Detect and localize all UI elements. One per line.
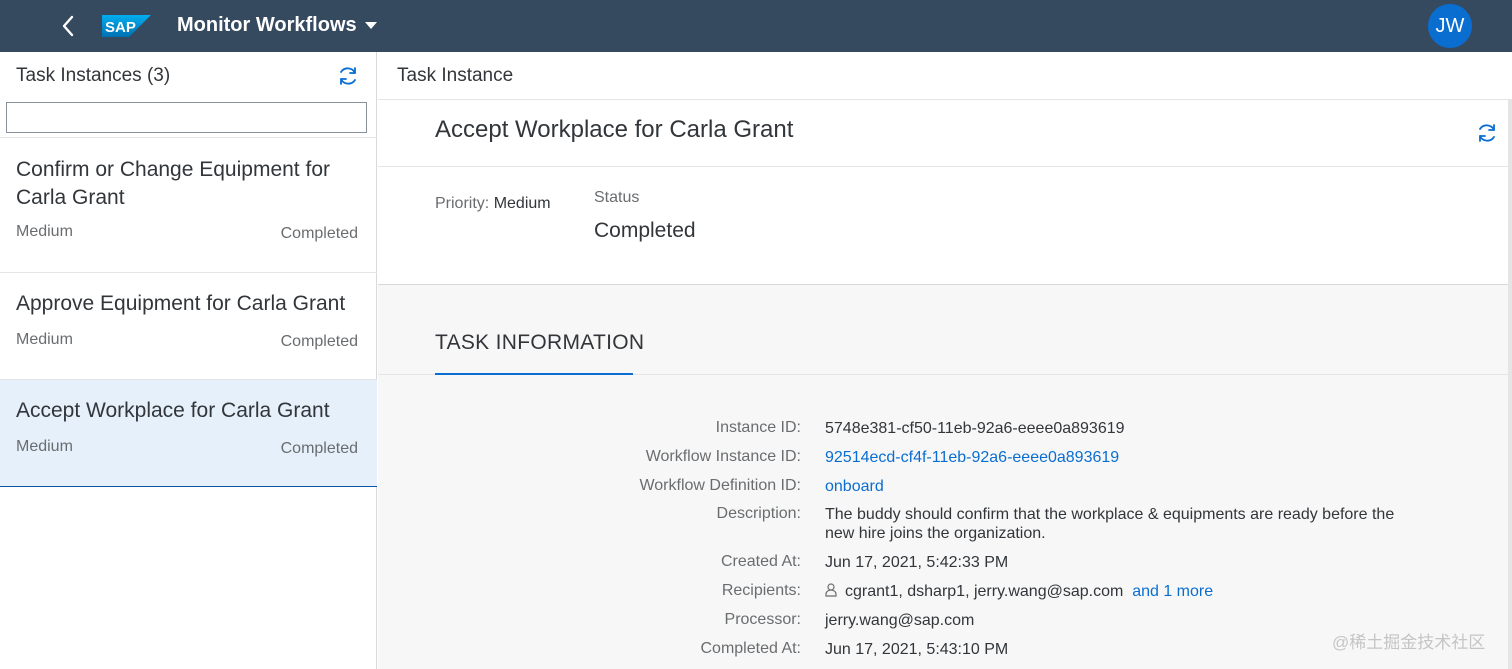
app-title-menu[interactable]: Monitor Workflows <box>177 14 377 37</box>
field-label: Workflow Definition ID: <box>639 477 801 494</box>
priority-label: Priority: <box>435 195 490 212</box>
list-item-title: Accept Workplace for Carla Grant <box>16 399 330 422</box>
tab-selected-indicator <box>435 373 633 375</box>
list-item-priority: Medium <box>16 438 73 455</box>
master-header: Task Instances (3) <box>0 52 377 100</box>
list-item-priority: Medium <box>16 331 73 348</box>
field-value: Jun 17, 2021, 5:42:33 PM <box>825 554 1009 571</box>
field-label: Completed At: <box>700 640 802 657</box>
workflow-definition-link[interactable]: onboard <box>825 477 1425 496</box>
list-item-title: Approve Equipment for Carla Grant <box>16 292 346 315</box>
master-title: Task Instances (3) <box>16 65 171 86</box>
detail-header: Task Instance <box>378 52 1512 100</box>
search-input[interactable] <box>6 102 367 133</box>
list-item-status: Completed <box>280 333 358 350</box>
field-label: Description: <box>716 505 801 522</box>
field-label: Workflow Instance ID: <box>645 448 801 465</box>
list-item-priority: Medium <box>16 223 73 240</box>
sap-logo: SAP <box>102 15 151 37</box>
app-title: Monitor Workflows <box>177 14 357 36</box>
field-label: Recipients: <box>721 582 801 599</box>
detail-page: Task Instance Accept Workplace for Carla… <box>378 52 1512 669</box>
list-item[interactable]: Approve Equipment for Carla Grant Medium… <box>0 273 377 380</box>
workflow-instance-link[interactable]: 92514ecd-cf4f-11eb-92a6-eeee0a893619 <box>825 448 1425 467</box>
object-title: Accept Workplace for Carla Grant <box>435 116 794 143</box>
avatar[interactable]: JW <box>1428 4 1472 48</box>
list-item-status: Completed <box>280 440 358 457</box>
field-value: The buddy should confirm that the workpl… <box>825 506 1395 542</box>
master-list: Task Instances (3) Confirm or Change Equ… <box>0 52 377 669</box>
list-item-title: Confirm or Change Equipment for Carla Gr… <box>16 158 330 209</box>
field-label: Processor: <box>724 611 801 628</box>
field-value: 5748e381-cf50-11eb-92a6-eeee0a893619 <box>825 420 1125 437</box>
recipients-list: cgrant1, dsharp1, jerry.wang@sap.com <box>845 583 1124 600</box>
svg-text:SAP: SAP <box>105 19 136 36</box>
back-icon <box>62 15 74 37</box>
field-label: Instance ID: <box>715 419 801 436</box>
list-item[interactable]: Confirm or Change Equipment for Carla Gr… <box>0 138 377 273</box>
recipients-value: cgrant1, dsharp1, jerry.wang@sap.com and… <box>825 582 1425 601</box>
more-recipients-link[interactable]: and 1 more <box>1132 583 1213 600</box>
list-item-selected[interactable]: Accept Workplace for Carla Grant Medium … <box>0 380 377 487</box>
field-label: Created At: <box>720 553 801 570</box>
back-button[interactable] <box>54 12 82 40</box>
divider <box>378 166 1512 167</box>
person-icon <box>825 583 837 597</box>
priority-value: Medium <box>493 195 551 212</box>
status-value: Completed <box>594 219 696 242</box>
watermark: @稀土掘金技术社区 <box>1332 633 1486 652</box>
detail-header-title: Task Instance <box>397 65 514 86</box>
list-item-status: Completed <box>280 225 358 242</box>
tab-task-information[interactable]: TASK INFORMATION <box>435 331 644 355</box>
task-information-section: TASK INFORMATION Instance ID: 5748e381-c… <box>378 284 1512 669</box>
chevron-down-icon <box>364 22 377 29</box>
scrollbar[interactable] <box>1508 100 1512 669</box>
status-label: Status <box>594 189 640 206</box>
priority-attribute: Priority: Medium <box>435 195 551 213</box>
refresh-icon[interactable] <box>1475 121 1499 145</box>
refresh-icon[interactable] <box>336 64 360 88</box>
shell-bar: SAP Monitor Workflows JW <box>0 0 1512 52</box>
